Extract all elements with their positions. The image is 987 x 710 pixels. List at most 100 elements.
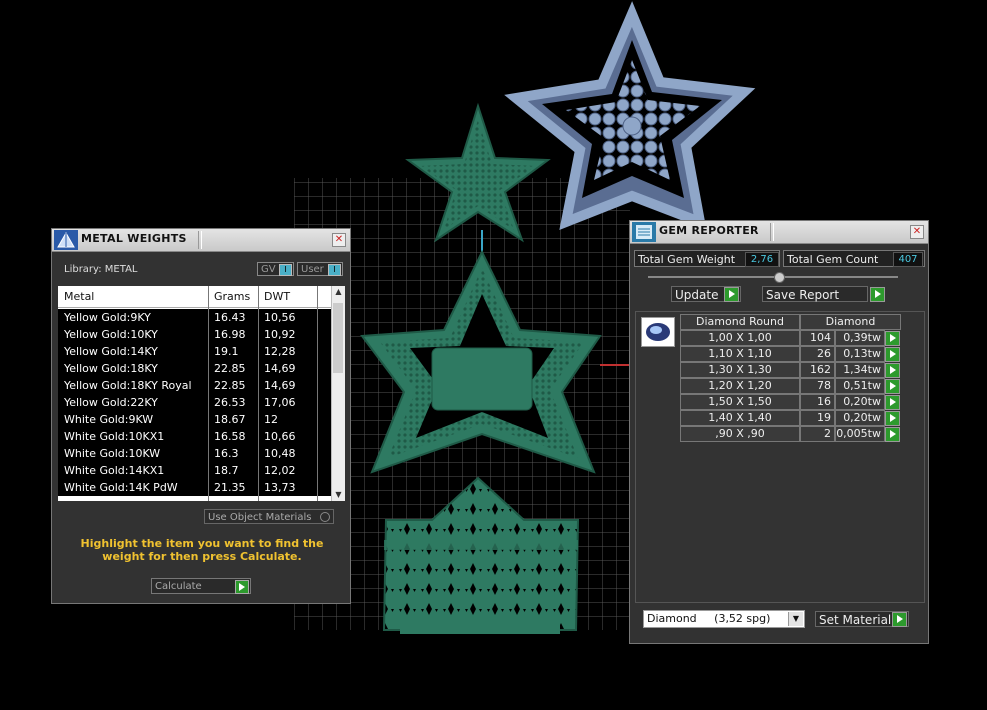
table-row[interactable]: White Gold:10KX1 16.58 10,66 bbox=[58, 428, 332, 445]
play-icon[interactable] bbox=[885, 379, 900, 394]
play-icon[interactable] bbox=[885, 427, 900, 442]
grams-cell: 16.43 bbox=[214, 311, 246, 324]
total-gem-weight: Total Gem Weight 2,76 bbox=[634, 250, 780, 267]
grams-cell: 18.67 bbox=[214, 413, 246, 426]
metal-table-scrollbar[interactable]: ▲ ▼ bbox=[331, 286, 345, 501]
metal-weights-titlebar[interactable]: METAL WEIGHTS ✕ bbox=[52, 229, 350, 252]
update-button[interactable]: Update bbox=[671, 286, 741, 302]
metal-name-cell: Yellow Gold:9KY bbox=[64, 311, 151, 324]
table-row[interactable]: Yellow Gold:9KY 16.43 10,56 bbox=[58, 309, 332, 326]
material-select-value: Diamond (3,52 spg) bbox=[647, 612, 771, 625]
metal-name-cell: White Gold:10KW bbox=[64, 447, 161, 460]
play-icon[interactable] bbox=[235, 580, 249, 594]
save-report-play-icon[interactable] bbox=[870, 287, 885, 302]
play-icon[interactable] bbox=[885, 395, 900, 410]
table-row[interactable]: Yellow Gold:22KY 26.53 17,06 bbox=[58, 394, 332, 411]
gv-toggle[interactable]: GV I bbox=[257, 262, 294, 276]
column-divider bbox=[208, 286, 209, 501]
table-row[interactable]: Yellow Gold:18KY 22.85 14,69 bbox=[58, 360, 332, 377]
total-gem-weight-label: Total Gem Weight bbox=[638, 253, 736, 266]
grams-cell: 16.58 bbox=[214, 430, 246, 443]
gem-weight-cell: 0,51tw bbox=[835, 378, 885, 394]
column-header-material: Diamond bbox=[800, 314, 901, 330]
chevron-down-icon[interactable]: ▼ bbox=[788, 612, 803, 626]
save-report-label: Save Report bbox=[766, 288, 840, 302]
metal-weights-close-button[interactable]: ✕ bbox=[332, 233, 346, 247]
gem-size-cell: 1,20 X 1,20 bbox=[680, 378, 800, 394]
set-material-label: Set Material bbox=[819, 613, 892, 627]
scroll-up-icon[interactable]: ▲ bbox=[333, 286, 344, 298]
user-toggle[interactable]: User I bbox=[297, 262, 343, 276]
metal-name-cell: Yellow Gold:22KY bbox=[64, 396, 158, 409]
calculate-label: Calculate bbox=[155, 581, 202, 592]
grams-cell: 16.3 bbox=[214, 447, 239, 460]
gem-weight-cell: 0,39tw bbox=[835, 330, 885, 346]
save-report-button[interactable]: Save Report bbox=[762, 286, 868, 302]
grams-cell: 21.35 bbox=[214, 481, 246, 494]
gem-size-cell: 1,00 X 1,00 bbox=[680, 330, 800, 346]
play-icon[interactable] bbox=[885, 411, 900, 426]
material-select[interactable]: Diamond (3,52 spg) ▼ bbox=[643, 610, 805, 628]
gv-toggle-switch[interactable]: I bbox=[279, 264, 292, 276]
gem-count-cell: 162 bbox=[800, 362, 835, 378]
calculate-hint: Highlight the item you want to find the … bbox=[80, 537, 324, 563]
use-object-materials-option[interactable]: Use Object Materials bbox=[204, 509, 334, 524]
dwt-cell: 10,66 bbox=[264, 430, 296, 443]
table-row[interactable]: White Gold:14K PdW 21.35 13,73 bbox=[58, 479, 332, 496]
grams-cell: 22.85 bbox=[214, 379, 246, 392]
grams-cell: 16.98 bbox=[214, 328, 246, 341]
metal-weights-panel: METAL WEIGHTS ✕ Library: METAL GV I User… bbox=[51, 228, 351, 604]
play-icon[interactable] bbox=[885, 347, 900, 362]
report-slider[interactable] bbox=[648, 272, 898, 283]
metal-table-body: Yellow Gold:9KY 16.43 10,56 Yellow Gold:10K… bbox=[58, 309, 332, 496]
table-row[interactable]: White Gold:10KW 16.3 10,48 bbox=[58, 445, 332, 462]
diamond-round-icon bbox=[641, 317, 675, 347]
calculate-button[interactable]: Calculate bbox=[151, 578, 251, 594]
gem-count-cell: 78 bbox=[800, 378, 835, 394]
dwt-cell: 17,06 bbox=[264, 396, 296, 409]
metal-name-cell: White Gold:9KW bbox=[64, 413, 154, 426]
set-material-button[interactable]: Set Material bbox=[815, 611, 909, 627]
dwt-cell: 13,73 bbox=[264, 481, 296, 494]
scrollbar-thumb[interactable] bbox=[333, 303, 343, 373]
use-object-materials-radio[interactable] bbox=[320, 512, 330, 522]
gem-weight-cell: 0,20tw bbox=[835, 410, 885, 426]
metal-name-cell: White Gold:14K PdW bbox=[64, 481, 178, 494]
gem-count-cell: 2 bbox=[800, 426, 835, 442]
play-icon[interactable] bbox=[892, 612, 907, 627]
table-row[interactable]: Yellow Gold:18KY Royal 22.85 14,69 bbox=[58, 377, 332, 394]
table-row[interactable]: Yellow Gold:10KY 16.98 10,92 bbox=[58, 326, 332, 343]
metal-name-cell: White Gold:10KX1 bbox=[64, 430, 165, 443]
dwt-cell: 10,92 bbox=[264, 328, 296, 341]
gem-size-cell: 1,50 X 1,50 bbox=[680, 394, 800, 410]
gem-reporter-titlebar[interactable]: GEM REPORTER ✕ bbox=[630, 221, 928, 244]
gem-reporter-panel: GEM REPORTER ✕ Total Gem Weight 2,76 Tot… bbox=[629, 220, 929, 644]
metal-name-cell: Yellow Gold:14KY bbox=[64, 345, 158, 358]
play-icon[interactable] bbox=[885, 363, 900, 378]
user-toggle-switch[interactable]: I bbox=[328, 264, 341, 276]
slider-knob[interactable] bbox=[774, 272, 785, 283]
metal-weights-app-icon bbox=[54, 230, 78, 250]
column-header-dwt[interactable]: DWT bbox=[264, 290, 290, 303]
metal-table: Metal Grams DWT Yellow Gold:9KY 16.43 10,5… bbox=[58, 286, 345, 501]
scroll-down-icon[interactable]: ▼ bbox=[333, 489, 344, 501]
gem-count-cell: 104 bbox=[800, 330, 835, 346]
column-header-grams[interactable]: Grams bbox=[214, 290, 250, 303]
gem-reporter-close-button[interactable]: ✕ bbox=[910, 225, 924, 239]
gem-list-area: Diamond Round Diamond 1,00 X 1,00 104 0,39… bbox=[635, 311, 925, 603]
column-divider bbox=[317, 286, 318, 501]
metal-weights-title: METAL WEIGHTS bbox=[81, 232, 187, 245]
use-object-materials-label: Use Object Materials bbox=[208, 512, 312, 523]
metal-name-cell: Yellow Gold:18KY bbox=[64, 362, 158, 375]
update-label: Update bbox=[675, 288, 719, 302]
metal-name-cell: White Gold:14KX1 bbox=[64, 464, 165, 477]
dwt-cell: 10,56 bbox=[264, 311, 296, 324]
table-row[interactable]: White Gold:9KW 18.67 12 bbox=[58, 411, 332, 428]
table-row[interactable]: White Gold:14KX1 18.7 12,02 bbox=[58, 462, 332, 479]
table-row[interactable]: Yellow Gold:14KY 19.1 12,28 bbox=[58, 343, 332, 360]
play-icon[interactable] bbox=[885, 331, 900, 346]
play-icon[interactable] bbox=[724, 287, 739, 302]
gem-size-cell: 1,10 X 1,10 bbox=[680, 346, 800, 362]
column-header-metal[interactable]: Metal bbox=[64, 290, 94, 303]
dwt-cell: 12,02 bbox=[264, 464, 296, 477]
